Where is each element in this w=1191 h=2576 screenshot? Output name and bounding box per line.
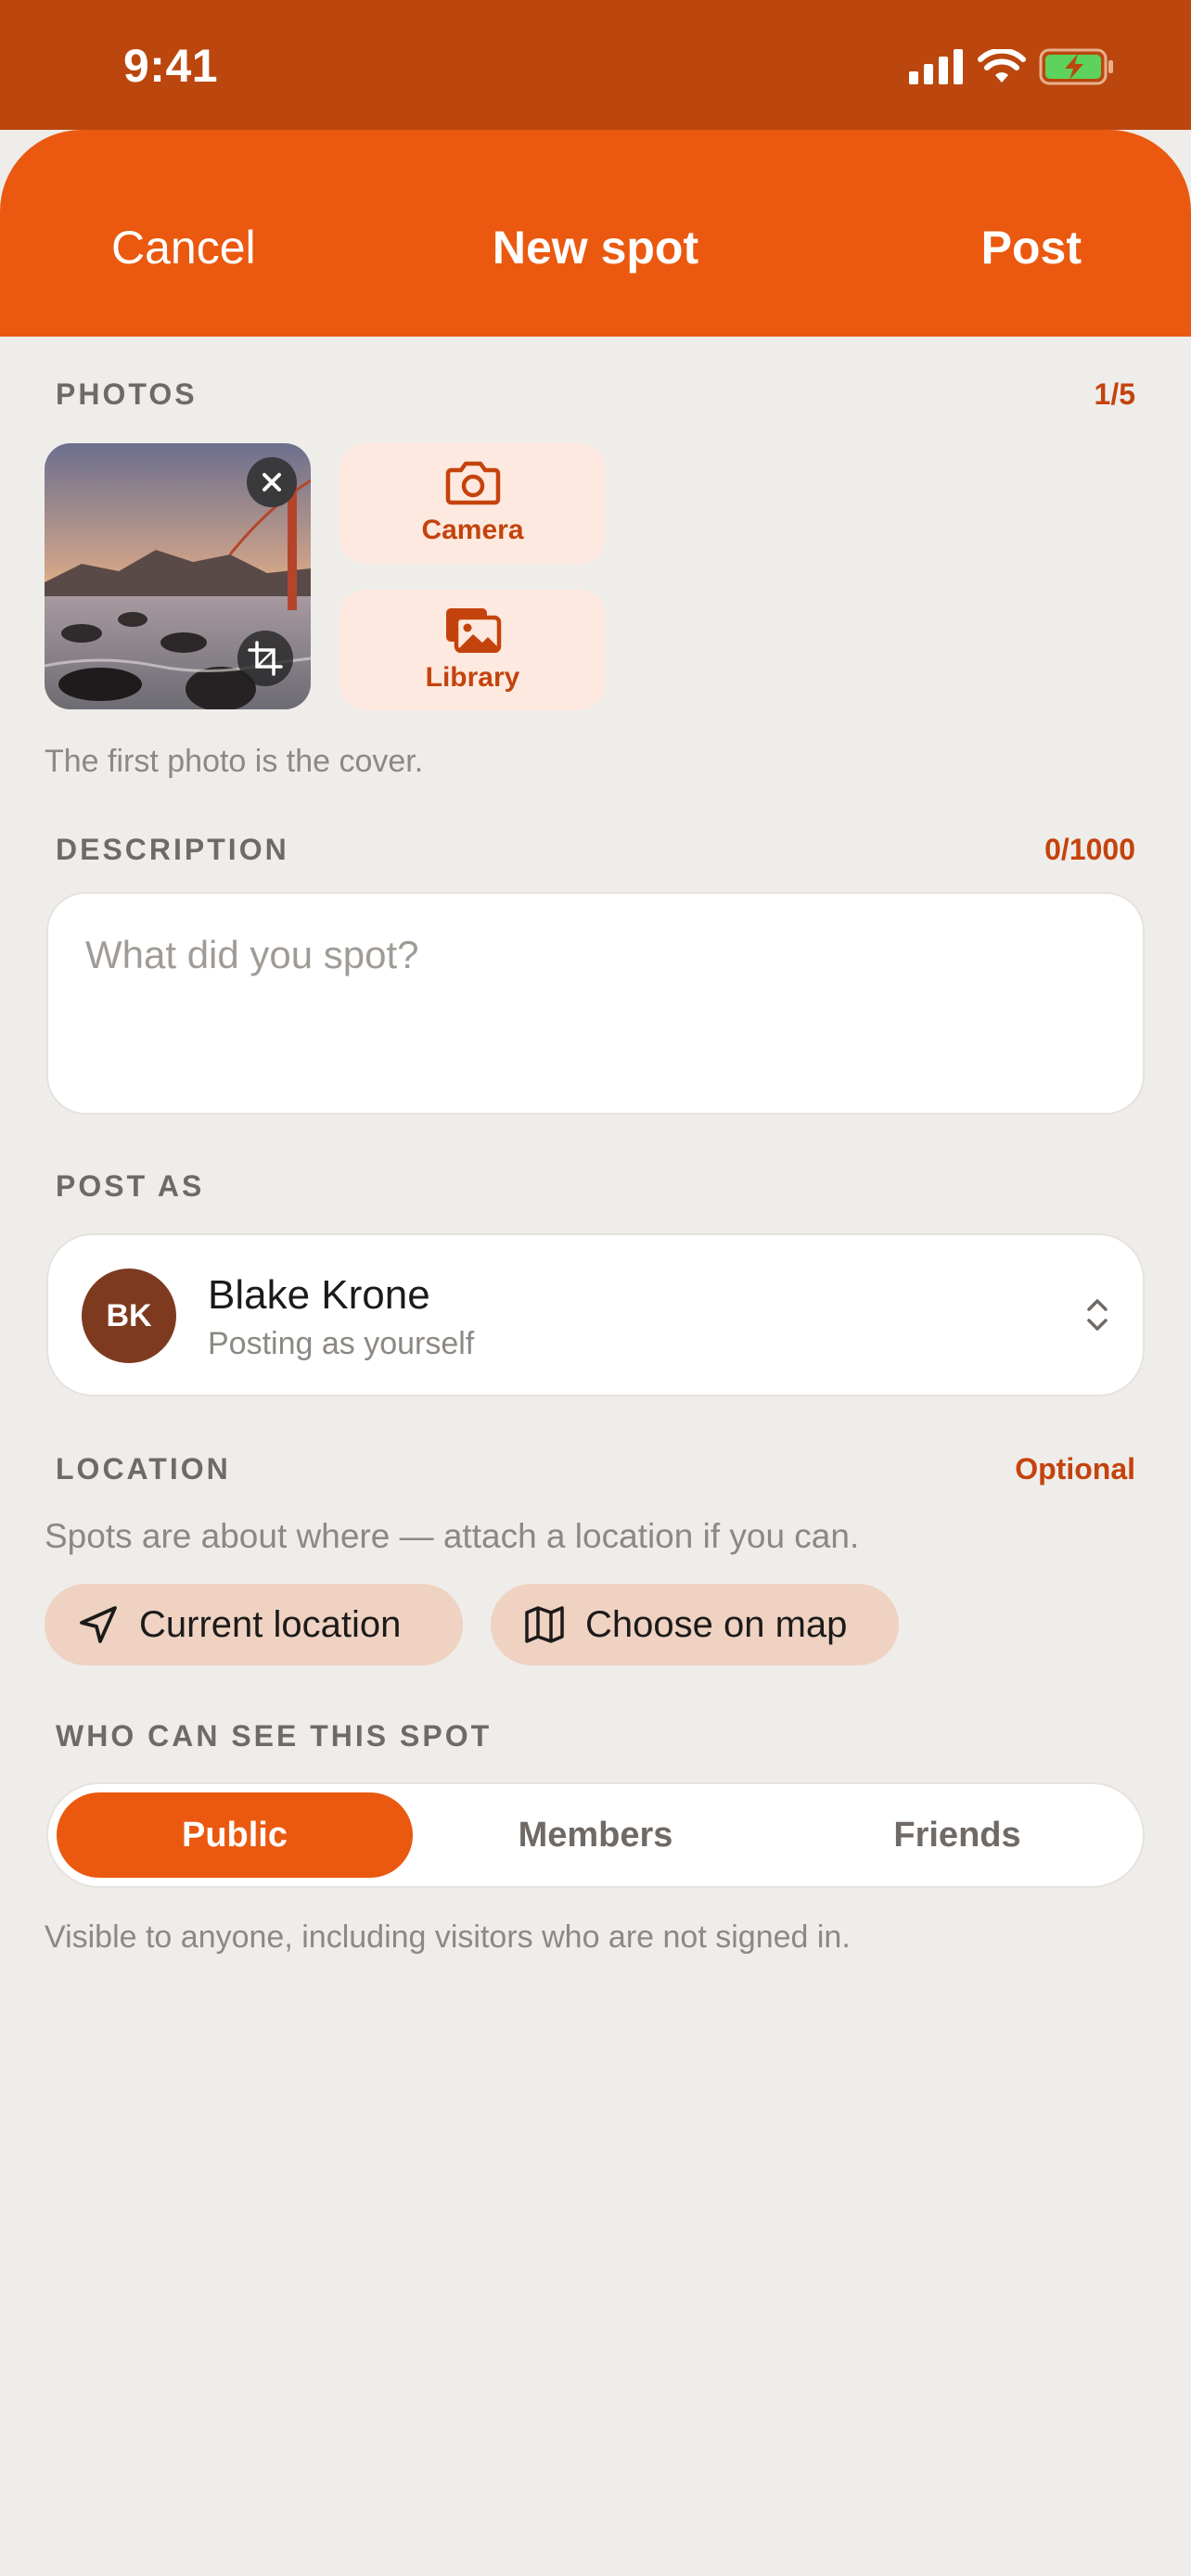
status-icons	[909, 48, 1115, 85]
camera-icon	[445, 461, 500, 505]
photo-library-icon	[445, 608, 501, 653]
location-optional-label: Optional	[1015, 1452, 1135, 1486]
map-icon	[525, 1606, 564, 1643]
post-as-selector[interactable]: BK Blake Krone Posting as yourself	[46, 1233, 1145, 1396]
visibility-option-members[interactable]: Members	[417, 1792, 774, 1878]
location-section-label: LOCATION	[56, 1452, 231, 1486]
description-counter: 0/1000	[1044, 833, 1135, 866]
library-button[interactable]: Library	[339, 590, 606, 710]
choose-on-map-button[interactable]: Choose on map	[491, 1584, 899, 1665]
crop-photo-button[interactable]	[237, 631, 293, 686]
close-icon	[263, 473, 281, 491]
photos-counter: 1/5	[1094, 377, 1135, 411]
visibility-section-label: WHO CAN SEE THIS SPOT	[56, 1719, 493, 1753]
description-field	[46, 892, 1145, 1115]
status-time: 9:41	[123, 40, 219, 92]
description-input[interactable]	[48, 894, 1143, 1113]
visibility-hint: Visible to anyone, including visitors wh…	[45, 1919, 851, 1955]
post-as-name: Blake Krone	[208, 1272, 430, 1318]
post-as-section-label: POST AS	[56, 1169, 205, 1203]
photos-section-label: PHOTOS	[56, 377, 198, 411]
camera-button-label: Camera	[421, 515, 524, 545]
location-hint: Spots are about where — attach a locatio…	[45, 1517, 860, 1555]
location-arrow-icon	[80, 1606, 117, 1643]
choose-on-map-label: Choose on map	[585, 1603, 848, 1645]
crop-icon	[248, 641, 283, 676]
battery-charging-icon	[1039, 48, 1113, 85]
photos-hint: The first photo is the cover.	[45, 744, 424, 779]
cellular-signal-icon	[909, 49, 963, 84]
wifi-icon	[978, 49, 1026, 83]
visibility-option-friends[interactable]: Friends	[779, 1792, 1135, 1878]
current-location-label: Current location	[139, 1603, 402, 1645]
chevron-up-down-icon	[1087, 1299, 1108, 1331]
remove-photo-button[interactable]	[247, 457, 297, 507]
description-section-label: DESCRIPTION	[56, 833, 289, 866]
avatar: BK	[82, 1269, 176, 1363]
post-as-subtitle: Posting as yourself	[208, 1326, 475, 1361]
library-button-label: Library	[425, 662, 520, 693]
visibility-segmented-control: Public Members Friends	[46, 1782, 1145, 1888]
visibility-option-public[interactable]: Public	[57, 1792, 413, 1878]
sheet-header: Cancel New spot Post	[0, 130, 1191, 337]
status-bar: 9:41	[0, 0, 1191, 130]
post-button[interactable]: Post	[981, 221, 1082, 274]
camera-button[interactable]: Camera	[339, 443, 606, 564]
current-location-button[interactable]: Current location	[45, 1584, 463, 1665]
